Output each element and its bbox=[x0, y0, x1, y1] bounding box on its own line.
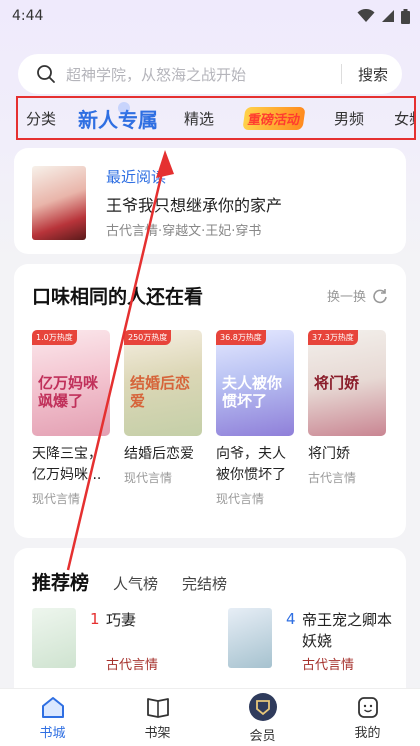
book-cover[interactable]: 37.3万热度 将门娇 bbox=[308, 330, 386, 436]
nav-vip[interactable]: 会员 bbox=[233, 692, 293, 744]
recent-book-cover[interactable] bbox=[32, 166, 86, 240]
book-cover[interactable]: 36.8万热度 夫人被你惯坏了 bbox=[216, 330, 294, 436]
nav-bookstore[interactable]: 书城 bbox=[23, 695, 83, 741]
nav-label: 我的 bbox=[354, 725, 381, 741]
tab-featured[interactable]: 精选 bbox=[184, 108, 214, 129]
tab-completed[interactable]: 完结榜 bbox=[182, 573, 227, 594]
heat-badge: 37.3万热度 bbox=[308, 330, 358, 345]
recent-book-title[interactable]: 王爷我只想继承你的家产 bbox=[106, 192, 282, 216]
book-title[interactable]: 向爷，夫人被你惯坏了 bbox=[216, 444, 296, 486]
nav-label: 会员 bbox=[249, 728, 276, 744]
battery-icon bbox=[401, 8, 410, 24]
cover-art-title: 结婚后恋爱 bbox=[130, 374, 191, 410]
status-icons bbox=[357, 8, 410, 24]
refresh-button[interactable]: 换一换 bbox=[327, 286, 388, 305]
book-item[interactable]: 37.3万热度 将门娇 将门娇 古代言情 bbox=[308, 330, 388, 486]
bottom-nav: 书城 书架 会员 我的 bbox=[0, 688, 420, 746]
tab-category[interactable]: 分类 bbox=[26, 108, 56, 129]
nav-label: 书城 bbox=[39, 725, 66, 741]
book-item[interactable]: 1.0万热度 亿万妈咪飒爆了 天降三宝，亿万妈咪... 现代言情 bbox=[32, 330, 112, 507]
book-item[interactable]: 250万热度 结婚后恋爱 结婚后恋爱 现代言情 bbox=[124, 330, 204, 486]
recent-label: 最近阅读 bbox=[106, 168, 167, 186]
bookshelf-icon bbox=[146, 697, 169, 718]
ranking-book-category: 古代言情 bbox=[302, 658, 355, 673]
status-time: 4:44 bbox=[12, 8, 44, 24]
refresh-icon bbox=[373, 288, 387, 303]
cover-art-title: 将门娇 bbox=[314, 374, 360, 392]
signal-icon bbox=[382, 10, 394, 22]
tab-male[interactable]: 男频 bbox=[334, 108, 364, 129]
book-title[interactable]: 天降三宝，亿万妈咪... bbox=[32, 444, 112, 486]
tab-popular[interactable]: 人气榜 bbox=[113, 573, 158, 594]
book-category: 古代言情 bbox=[308, 471, 357, 485]
category-tabs: 分类 新人专属 精选 重磅活动 男频 女频 bbox=[16, 96, 416, 140]
book-category: 现代言情 bbox=[32, 492, 81, 506]
ranking-book-cover[interactable] bbox=[32, 608, 76, 668]
book-cover[interactable]: 1.0万热度 亿万妈咪飒爆了 bbox=[32, 330, 110, 436]
search-button[interactable]: 搜索 bbox=[358, 64, 388, 85]
heat-badge: 1.0万热度 bbox=[32, 330, 77, 345]
nav-label: 书架 bbox=[144, 725, 171, 741]
similar-taste-card: 口味相同的人还在看 换一换 1.0万热度 亿万妈咪飒爆了 天降三宝，亿万妈咪..… bbox=[14, 264, 406, 538]
ranking-book-title[interactable]: 帝王宠之卿本妖娆 bbox=[302, 610, 392, 652]
ranking-tabs: 推荐榜 人气榜 完结榜 bbox=[32, 568, 227, 595]
tab-newcomer[interactable]: 新人专属 bbox=[78, 101, 158, 133]
heat-badge: 36.8万热度 bbox=[216, 330, 266, 345]
ranking-card: 推荐榜 人气榜 完结榜 1 巧妻 古代言情 4 帝王宠之卿本妖娆 古代言情 bbox=[14, 548, 406, 698]
tab-promo-badge[interactable]: 重磅活动 bbox=[242, 106, 306, 130]
book-cover[interactable]: 250万热度 结婚后恋爱 bbox=[124, 330, 202, 436]
search-input[interactable]: 超神学院，从怒海之战开始 bbox=[66, 64, 341, 85]
book-item[interactable]: 36.8万热度 夫人被你惯坏了 向爷，夫人被你惯坏了 现代言情 bbox=[216, 330, 296, 507]
book-category: 现代言情 bbox=[124, 471, 173, 485]
refresh-label: 换一换 bbox=[326, 290, 366, 305]
status-bar: 4:44 bbox=[0, 0, 420, 32]
recent-book-tags: 古代言情·穿越文·王妃·穿书 bbox=[106, 224, 262, 239]
rank-number: 4 bbox=[286, 610, 296, 628]
tab-recommended[interactable]: 推荐榜 bbox=[32, 568, 89, 595]
recent-reading-card[interactable]: 最近阅读 王爷我只想继承你的家产 古代言情·穿越文·王妃·穿书 bbox=[14, 148, 406, 254]
cover-art-title: 夫人被你惯坏了 bbox=[222, 374, 283, 410]
book-title[interactable]: 将门娇 bbox=[308, 444, 388, 465]
search-icon bbox=[37, 65, 55, 83]
wifi-icon bbox=[357, 9, 375, 22]
nav-bookshelf[interactable]: 书架 bbox=[128, 695, 188, 741]
bookstore-icon bbox=[41, 696, 64, 718]
book-category: 现代言情 bbox=[216, 492, 265, 506]
cover-art-title: 亿万妈咪飒爆了 bbox=[38, 374, 99, 410]
ranking-book-title[interactable]: 巧妻 bbox=[106, 610, 196, 631]
heat-badge: 250万热度 bbox=[124, 330, 172, 345]
search-divider bbox=[340, 64, 342, 84]
search-bar[interactable]: 超神学院，从怒海之战开始 搜索 bbox=[18, 54, 402, 94]
ranking-book-category: 古代言情 bbox=[106, 658, 159, 673]
vip-icon bbox=[248, 692, 277, 721]
book-title[interactable]: 结婚后恋爱 bbox=[124, 444, 204, 465]
profile-icon bbox=[357, 696, 378, 718]
nav-mine[interactable]: 我的 bbox=[338, 695, 398, 741]
ranking-book-cover[interactable] bbox=[228, 608, 272, 668]
rank-number: 1 bbox=[90, 610, 100, 628]
tab-female[interactable]: 女频 bbox=[394, 108, 414, 129]
similar-heading: 口味相同的人还在看 bbox=[32, 286, 204, 308]
